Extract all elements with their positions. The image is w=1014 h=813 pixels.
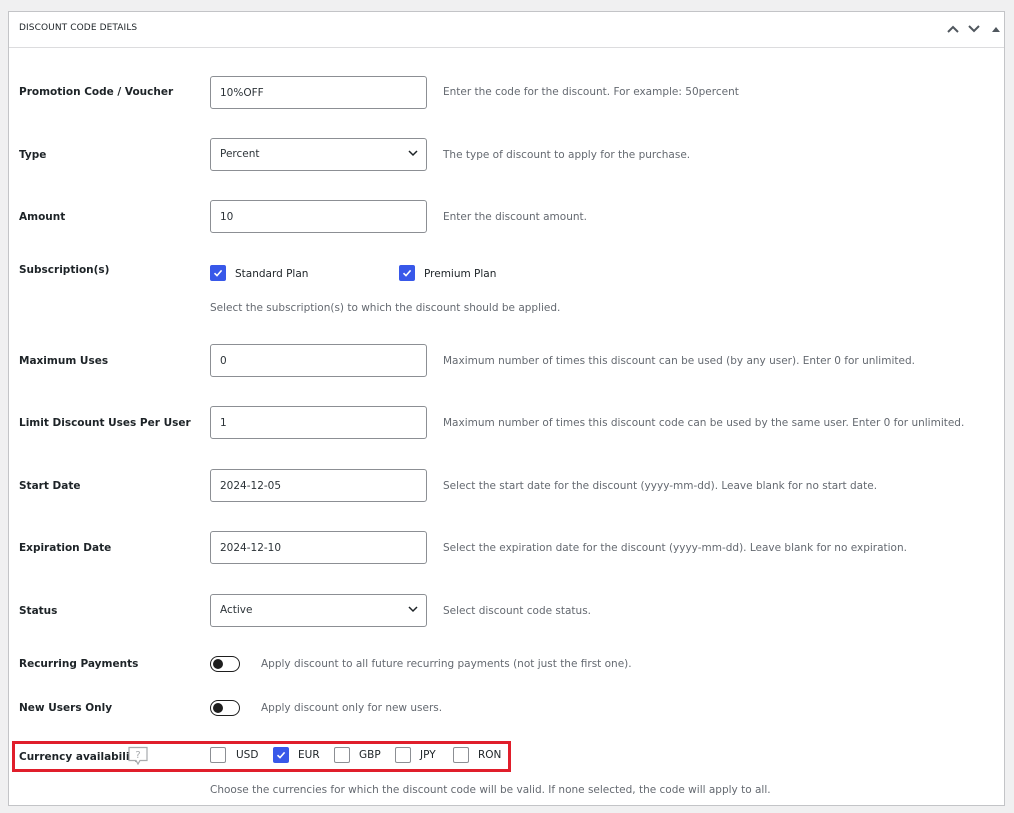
chevron-up-icon [947, 25, 959, 33]
type-select[interactable]: Percent [210, 138, 427, 171]
toggle-knob [213, 703, 223, 713]
start-date-label: Start Date [19, 480, 81, 492]
promo-code-input[interactable] [210, 76, 427, 109]
limit-per-user-input[interactable] [210, 406, 427, 439]
currency-gbp-checkbox[interactable] [334, 747, 350, 763]
move-up-button[interactable] [944, 20, 962, 38]
standard-plan-label: Standard Plan [235, 268, 309, 280]
start-date-description: Select the start date for the discount (… [443, 480, 878, 492]
amount-description: Enter the discount amount. [443, 211, 587, 223]
chevron-down-icon [408, 150, 418, 157]
currency-availability-label: Currency availability [19, 751, 142, 763]
max-uses-label: Maximum Uses [19, 355, 109, 367]
panel-header: DISCOUNT CODE DETAILS [9, 12, 1004, 48]
subscriptions-label: Subscription(s) [19, 264, 110, 276]
expiration-date-description: Select the expiration date for the disco… [443, 542, 907, 554]
type-select-value: Percent [220, 148, 260, 160]
help-icon[interactable]: ? [127, 746, 149, 766]
premium-plan-label: Premium Plan [424, 268, 497, 280]
chevron-down-icon [968, 25, 980, 33]
move-down-button[interactable] [965, 20, 983, 38]
new-users-only-toggle[interactable] [210, 700, 240, 716]
recurring-payments-label: Recurring Payments [19, 658, 139, 670]
promo-code-description: Enter the code for the discount. For exa… [443, 86, 739, 98]
currency-ron-label: RON [478, 749, 502, 761]
caret-up-icon [992, 27, 1000, 32]
amount-label: Amount [19, 211, 66, 223]
limit-per-user-label: Limit Discount Uses Per User [19, 417, 191, 429]
limit-per-user-description: Maximum number of times this discount co… [443, 417, 965, 429]
recurring-payments-toggle[interactable] [210, 656, 240, 672]
currency-usd-checkbox[interactable] [210, 747, 226, 763]
type-description: The type of discount to apply for the pu… [443, 149, 691, 161]
start-date-input[interactable] [210, 469, 427, 502]
new-users-only-label: New Users Only [19, 702, 113, 714]
expiration-date-label: Expiration Date [19, 542, 112, 554]
status-label: Status [19, 605, 58, 617]
status-description: Select discount code status. [443, 605, 592, 617]
currency-ron-checkbox[interactable] [453, 747, 469, 763]
type-label: Type [19, 149, 47, 161]
status-select-value: Active [220, 604, 253, 616]
expiration-date-input[interactable] [210, 531, 427, 564]
toggle-knob [213, 659, 223, 669]
check-icon [276, 751, 286, 759]
currency-jpy-label: JPY [420, 749, 436, 761]
chevron-down-icon [408, 606, 418, 613]
check-icon [213, 269, 223, 277]
panel-title: DISCOUNT CODE DETAILS [19, 23, 138, 33]
status-select[interactable]: Active [210, 594, 427, 627]
toggle-panel-button[interactable] [987, 20, 1005, 38]
currency-eur-checkbox[interactable] [273, 747, 289, 763]
recurring-payments-description: Apply discount to all future recurring p… [261, 658, 632, 670]
subscriptions-description: Select the subscription(s) to which the … [210, 302, 561, 314]
check-icon [402, 269, 412, 277]
svg-text:?: ? [135, 750, 140, 761]
max-uses-description: Maximum number of times this discount ca… [443, 355, 915, 367]
currency-eur-label: EUR [298, 749, 320, 761]
currency-gbp-label: GBP [359, 749, 381, 761]
new-users-only-description: Apply discount only for new users. [261, 702, 443, 714]
amount-input[interactable] [210, 200, 427, 233]
currency-availability-description: Choose the currencies for which the disc… [210, 784, 771, 796]
premium-plan-checkbox[interactable] [399, 265, 415, 281]
max-uses-input[interactable] [210, 344, 427, 377]
currency-jpy-checkbox[interactable] [395, 747, 411, 763]
discount-code-details-panel: DISCOUNT CODE DETAILS Promotion Code / V… [8, 11, 1005, 806]
currency-usd-label: USD [236, 749, 259, 761]
promo-code-label: Promotion Code / Voucher [19, 86, 174, 98]
standard-plan-checkbox[interactable] [210, 265, 226, 281]
